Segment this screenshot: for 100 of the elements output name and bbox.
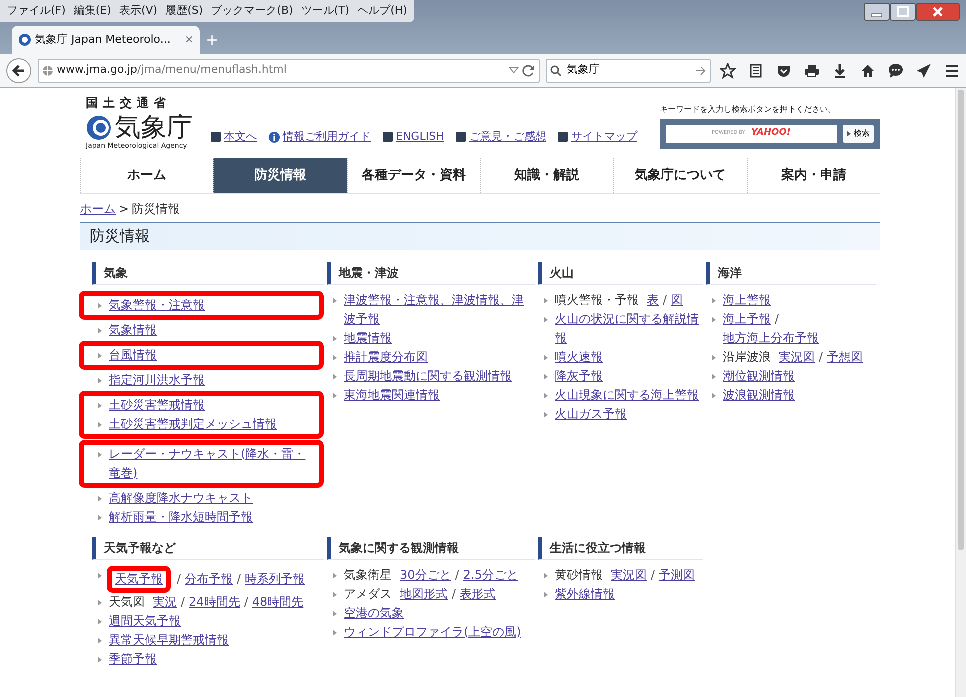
menu-link[interactable]: 天気予報	[115, 570, 163, 588]
menu-link[interactable]: 季節予報	[109, 650, 157, 668]
menu-link[interactable]: 長周期地震動に関する観測情報	[344, 366, 512, 386]
menu-link[interactable]: 図	[671, 290, 684, 310]
menu-link[interactable]: 分布予報	[185, 570, 234, 588]
dropdown-icon[interactable]	[509, 66, 519, 74]
bullet-icon	[333, 298, 337, 304]
scrollbar[interactable]	[955, 88, 966, 697]
menu-link[interactable]: 火山の状況に関する解説情報	[555, 310, 703, 348]
menu-link[interactable]: 予測図	[659, 566, 696, 584]
square-bullet-icon	[211, 132, 221, 142]
menu-link[interactable]: 火山現象に関する海上警報	[555, 386, 699, 404]
menu-link[interactable]: 台風情報	[109, 346, 157, 364]
menu-link[interactable]: 予想図	[827, 348, 864, 366]
menu-link[interactable]: 週間天気予報	[109, 612, 181, 630]
go-arrow-icon[interactable]	[695, 66, 707, 76]
jma-logo-icon	[18, 33, 32, 47]
info-icon	[269, 132, 280, 143]
menu-link[interactable]: 土砂災害警戒情報	[109, 396, 205, 414]
bullet-icon	[712, 316, 716, 322]
site-logo[interactable]: 気象庁	[115, 115, 193, 141]
menu-link[interactable]: 指定河川洪水予報	[109, 370, 205, 390]
menu-link[interactable]: 海上予報	[723, 310, 771, 328]
menu-item[interactable]: ツール(T)	[297, 0, 354, 22]
header-link[interactable]: 本文へ	[224, 129, 257, 146]
header-link[interactable]: サイトマップ	[571, 129, 638, 146]
download-icon[interactable]	[832, 62, 848, 78]
menu-icon[interactable]	[944, 62, 960, 78]
menu-link[interactable]: 時系列予報	[245, 570, 306, 588]
print-icon[interactable]	[804, 62, 820, 78]
reload-icon[interactable]	[522, 64, 536, 78]
menu-item[interactable]: 履歴(S)	[162, 0, 208, 22]
item-label: 黄砂情報	[555, 568, 603, 582]
nav-tab[interactable]: 気象庁について	[613, 158, 747, 193]
send-icon[interactable]	[916, 62, 932, 78]
tab-close-button[interactable]: ×	[184, 32, 194, 48]
menu-link[interactable]: 火山ガス予報	[555, 404, 627, 424]
jma-logo-icon	[86, 115, 112, 141]
search-button[interactable]: 検索	[843, 124, 874, 142]
menu-link[interactable]: 津波警報・注意報、津波情報、津波予報	[344, 290, 535, 328]
menu-link[interactable]: 地方海上分布予報	[723, 328, 819, 348]
menu-item[interactable]: ブックマーク(B)	[207, 0, 298, 22]
nav-tab[interactable]: 案内・申請	[746, 158, 880, 193]
menu-link[interactable]: 海上警報	[723, 290, 771, 310]
menu-link[interactable]: 土砂災害警戒判定メッシュ情報	[109, 414, 277, 434]
search-field[interactable]: 気象庁	[546, 58, 711, 82]
menu-link[interactable]: 推計震度分布図	[344, 348, 428, 366]
browser-tab[interactable]: 気象庁 Japan Meteorolo... ×	[12, 26, 200, 54]
back-icon[interactable]	[6, 58, 32, 84]
menu-link[interactable]: 2.5分ごと	[463, 566, 518, 584]
nav-tab[interactable]: 知識・解説	[480, 158, 614, 193]
nav-tab[interactable]: 防災情報	[213, 158, 347, 193]
reading-list-icon[interactable]	[748, 62, 764, 78]
header-link[interactable]: ENGLISH	[396, 129, 444, 146]
menu-link[interactable]: 異常天候早期警戒情報	[109, 630, 229, 650]
menu-link[interactable]: 48時間先	[252, 592, 304, 612]
menu-link[interactable]: 紫外線情報	[555, 584, 615, 604]
bullet-icon	[98, 402, 102, 408]
menu-link[interactable]: 気象警報・注意報	[109, 296, 205, 314]
menu-link[interactable]: レーダー・ナウキャスト(降水・雷・竜巻)	[109, 444, 315, 482]
header-link[interactable]: ご意見・ご感想	[469, 129, 546, 146]
menu-link[interactable]: ウィンドプロファイラ(上空の風)	[344, 622, 522, 642]
bullet-icon	[712, 354, 716, 360]
menu-link[interactable]: 地震情報	[344, 328, 392, 348]
section-heading: 気象に関する観測情報	[327, 536, 535, 560]
close-icon[interactable]	[916, 3, 960, 21]
menu-link[interactable]: 波浪観測情報	[723, 386, 795, 404]
menu-link[interactable]: 降灰予報	[555, 366, 603, 386]
menu-link[interactable]: 表	[647, 290, 659, 310]
menu-link[interactable]: 実況	[153, 592, 177, 612]
nav-tab[interactable]: 各種データ・資料	[346, 158, 480, 193]
bullet-icon	[333, 336, 337, 342]
menu-link[interactable]: 気象情報	[109, 320, 157, 340]
menu-item[interactable]: 表示(V)	[115, 0, 162, 22]
menu-link[interactable]: 東海地震関連情報	[344, 386, 440, 404]
breadcrumb-link[interactable]: ホーム	[80, 200, 116, 219]
minimize-icon[interactable]	[864, 3, 890, 21]
header-link[interactable]: 情報ご利用ガイド	[283, 129, 371, 146]
square-bullet-icon	[456, 132, 466, 142]
menu-link[interactable]: 高解像度降水ナウキャスト	[109, 488, 253, 508]
chat-icon[interactable]	[888, 62, 904, 78]
menu-link[interactable]: 実況図	[779, 348, 815, 366]
menu-link[interactable]: 実況図	[611, 566, 647, 584]
menu-link[interactable]: 24時間先	[189, 592, 240, 612]
menu-item[interactable]: 編集(E)	[70, 0, 116, 22]
menu-link[interactable]: 地図形式	[400, 584, 448, 604]
menu-item[interactable]: ヘルプ(H)	[354, 0, 412, 22]
menu-item[interactable]: ファイル(F)	[3, 0, 70, 22]
menu-link[interactable]: 潮位観測情報	[723, 366, 795, 386]
maximize-icon[interactable]	[890, 3, 916, 21]
item-label: 気象衛星	[344, 568, 392, 582]
menu-link[interactable]: 解析雨量・降水短時間予報	[109, 508, 253, 526]
menu-link[interactable]: 空港の気象	[344, 604, 404, 622]
menu-link[interactable]: 噴火速報	[555, 348, 603, 366]
menu-link[interactable]: 表形式	[460, 584, 496, 604]
breadcrumb-current: 防災情報	[132, 201, 180, 218]
home-icon[interactable]	[860, 62, 876, 78]
menu-link[interactable]: 30分ごと	[400, 566, 452, 584]
bullet-icon	[98, 422, 102, 428]
star-icon[interactable]	[720, 62, 736, 78]
